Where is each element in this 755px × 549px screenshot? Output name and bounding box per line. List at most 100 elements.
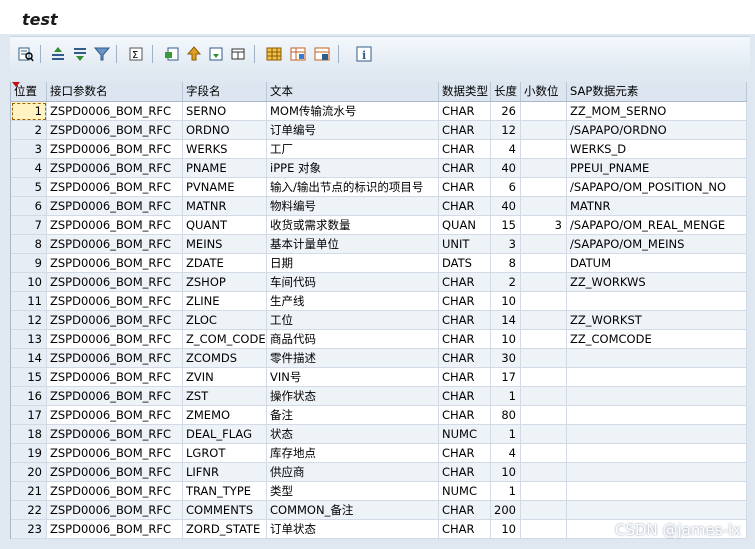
cell-interface-param[interactable]: ZSPD0006_BOM_RFC bbox=[47, 501, 183, 520]
table-row[interactable]: 9 ZSPD0006_BOM_RFC ZDATE 日期 DATS 8 DATUM bbox=[11, 254, 747, 273]
cell-text[interactable]: iPPE 对象 bbox=[267, 159, 439, 178]
cell-length[interactable]: 4 bbox=[491, 444, 521, 463]
cell-interface-param[interactable]: ZSPD0006_BOM_RFC bbox=[47, 178, 183, 197]
cell-length[interactable]: 26 bbox=[491, 102, 521, 121]
column-header-decimals[interactable]: 小数位 bbox=[521, 82, 567, 101]
cell-data-type[interactable]: CHAR bbox=[439, 520, 491, 539]
cell-field-name[interactable]: ZST bbox=[183, 387, 267, 406]
cell-sap-data-element[interactable]: /SAPAPO/ORDNO bbox=[567, 121, 747, 140]
cell-position[interactable]: 3 bbox=[11, 140, 47, 159]
cell-text[interactable]: 供应商 bbox=[267, 463, 439, 482]
view-icon[interactable] bbox=[230, 46, 246, 62]
cell-text[interactable]: 零件描述 bbox=[267, 349, 439, 368]
cell-sap-data-element[interactable] bbox=[567, 368, 747, 387]
cell-field-name[interactable]: DEAL_FLAG bbox=[183, 425, 267, 444]
cell-field-name[interactable]: ZSHOP bbox=[183, 273, 267, 292]
cell-data-type[interactable]: CHAR bbox=[439, 406, 491, 425]
cell-decimals[interactable] bbox=[521, 292, 567, 311]
cell-decimals[interactable] bbox=[521, 349, 567, 368]
cell-length[interactable]: 30 bbox=[491, 349, 521, 368]
local-file-icon[interactable] bbox=[208, 46, 224, 62]
cell-field-name[interactable]: SERNO bbox=[183, 102, 267, 121]
column-header-length[interactable]: 长度 bbox=[491, 82, 521, 101]
table-row[interactable]: 13 ZSPD0006_BOM_RFC Z_COM_CODE 商品代码 CHAR 10 ZZ… bbox=[11, 330, 747, 349]
cell-length[interactable]: 10 bbox=[491, 292, 521, 311]
cell-interface-param[interactable]: ZSPD0006_BOM_RFC bbox=[47, 330, 183, 349]
cell-field-name[interactable]: WERKS bbox=[183, 140, 267, 159]
cell-decimals[interactable] bbox=[521, 387, 567, 406]
cell-field-name[interactable]: MEINS bbox=[183, 235, 267, 254]
cell-text[interactable]: 基本计量单位 bbox=[267, 235, 439, 254]
cell-decimals[interactable] bbox=[521, 102, 567, 121]
table-row[interactable]: 12 ZSPD0006_BOM_RFC ZLOC 工位 CHAR 14 ZZ_WORKST bbox=[11, 311, 747, 330]
cell-text[interactable]: 物料编号 bbox=[267, 197, 439, 216]
cell-text[interactable]: 日期 bbox=[267, 254, 439, 273]
cell-text[interactable]: 类型 bbox=[267, 482, 439, 501]
cell-decimals[interactable] bbox=[521, 444, 567, 463]
cell-length[interactable]: 1 bbox=[491, 482, 521, 501]
cell-text[interactable]: 车间代码 bbox=[267, 273, 439, 292]
cell-text[interactable]: COMMON_备注 bbox=[267, 501, 439, 520]
cell-field-name[interactable]: QUANT bbox=[183, 216, 267, 235]
cell-decimals[interactable] bbox=[521, 311, 567, 330]
cell-data-type[interactable]: NUMC bbox=[439, 482, 491, 501]
cell-length[interactable]: 1 bbox=[491, 387, 521, 406]
cell-interface-param[interactable]: ZSPD0006_BOM_RFC bbox=[47, 463, 183, 482]
cell-length[interactable]: 3 bbox=[491, 235, 521, 254]
table-row[interactable]: 7 ZSPD0006_BOM_RFC QUANT 收货或需求数量 QUAN 15 3/SAP… bbox=[11, 216, 747, 235]
table-row[interactable]: 4 ZSPD0006_BOM_RFC PNAME iPPE 对象 CHAR 40 PPEUI… bbox=[11, 159, 747, 178]
layout-icon[interactable] bbox=[266, 46, 282, 62]
cell-length[interactable]: 10 bbox=[491, 520, 521, 539]
cell-text[interactable]: VIN号 bbox=[267, 368, 439, 387]
cell-position[interactable]: 22 bbox=[11, 501, 47, 520]
cell-length[interactable]: 80 bbox=[491, 406, 521, 425]
column-header-field-name[interactable]: 字段名 bbox=[183, 82, 267, 101]
cell-data-type[interactable]: CHAR bbox=[439, 121, 491, 140]
cell-sap-data-element[interactable] bbox=[567, 482, 747, 501]
cell-decimals[interactable] bbox=[521, 406, 567, 425]
cell-sap-data-element[interactable]: ZZ_WORKST bbox=[567, 311, 747, 330]
cell-sap-data-element[interactable]: ZZ_WORKWS bbox=[567, 273, 747, 292]
cell-length[interactable]: 8 bbox=[491, 254, 521, 273]
cell-sap-data-element[interactable] bbox=[567, 425, 747, 444]
cell-interface-param[interactable]: ZSPD0006_BOM_RFC bbox=[47, 292, 183, 311]
cell-text[interactable]: 输入/输出节点的标识的项目号 bbox=[267, 178, 439, 197]
cell-field-name[interactable]: LGROT bbox=[183, 444, 267, 463]
cell-length[interactable]: 14 bbox=[491, 311, 521, 330]
cell-sap-data-element[interactable] bbox=[567, 349, 747, 368]
table-row[interactable]: 6 ZSPD0006_BOM_RFC MATNR 物料编号 CHAR 40 MATNR bbox=[11, 197, 747, 216]
cell-length[interactable]: 15 bbox=[491, 216, 521, 235]
cell-data-type[interactable]: CHAR bbox=[439, 311, 491, 330]
table-row[interactable]: 18 ZSPD0006_BOM_RFC DEAL_FLAG 状态 NUMC 1 bbox=[11, 425, 747, 444]
cell-data-type[interactable]: CHAR bbox=[439, 444, 491, 463]
cell-interface-param[interactable]: ZSPD0006_BOM_RFC bbox=[47, 387, 183, 406]
cell-text[interactable]: 备注 bbox=[267, 406, 439, 425]
cell-text[interactable]: 操作状态 bbox=[267, 387, 439, 406]
cell-text[interactable]: 生产线 bbox=[267, 292, 439, 311]
cell-field-name[interactable]: PVNAME bbox=[183, 178, 267, 197]
cell-position[interactable]: 15 bbox=[11, 368, 47, 387]
cell-decimals[interactable] bbox=[521, 482, 567, 501]
cell-data-type[interactable]: CHAR bbox=[439, 292, 491, 311]
cell-sap-data-element[interactable]: ZZ_COMCODE bbox=[567, 330, 747, 349]
cell-text[interactable]: 状态 bbox=[267, 425, 439, 444]
cell-field-name[interactable]: COMMENTS bbox=[183, 501, 267, 520]
cell-interface-param[interactable]: ZSPD0006_BOM_RFC bbox=[47, 425, 183, 444]
column-header-sap-data-element[interactable]: SAP数据元素 bbox=[567, 82, 747, 101]
cell-sap-data-element[interactable] bbox=[567, 406, 747, 425]
cell-decimals[interactable] bbox=[521, 425, 567, 444]
cell-position[interactable]: 16 bbox=[11, 387, 47, 406]
cell-interface-param[interactable]: ZSPD0006_BOM_RFC bbox=[47, 140, 183, 159]
cell-decimals[interactable] bbox=[521, 368, 567, 387]
sort-descending-icon[interactable] bbox=[72, 46, 88, 62]
cell-length[interactable]: 40 bbox=[491, 159, 521, 178]
filter-icon[interactable] bbox=[94, 46, 110, 62]
cell-position[interactable]: 17 bbox=[11, 406, 47, 425]
cell-decimals[interactable] bbox=[521, 178, 567, 197]
cell-field-name[interactable]: ZVIN bbox=[183, 368, 267, 387]
cell-position[interactable]: 10 bbox=[11, 273, 47, 292]
cell-data-type[interactable]: CHAR bbox=[439, 330, 491, 349]
table-row[interactable]: 1 ZSPD0006_BOM_RFC SERNO MOM传输流水号 CHAR 26 ZZ_M… bbox=[11, 102, 747, 121]
cell-decimals[interactable] bbox=[521, 235, 567, 254]
cell-decimals[interactable] bbox=[521, 159, 567, 178]
